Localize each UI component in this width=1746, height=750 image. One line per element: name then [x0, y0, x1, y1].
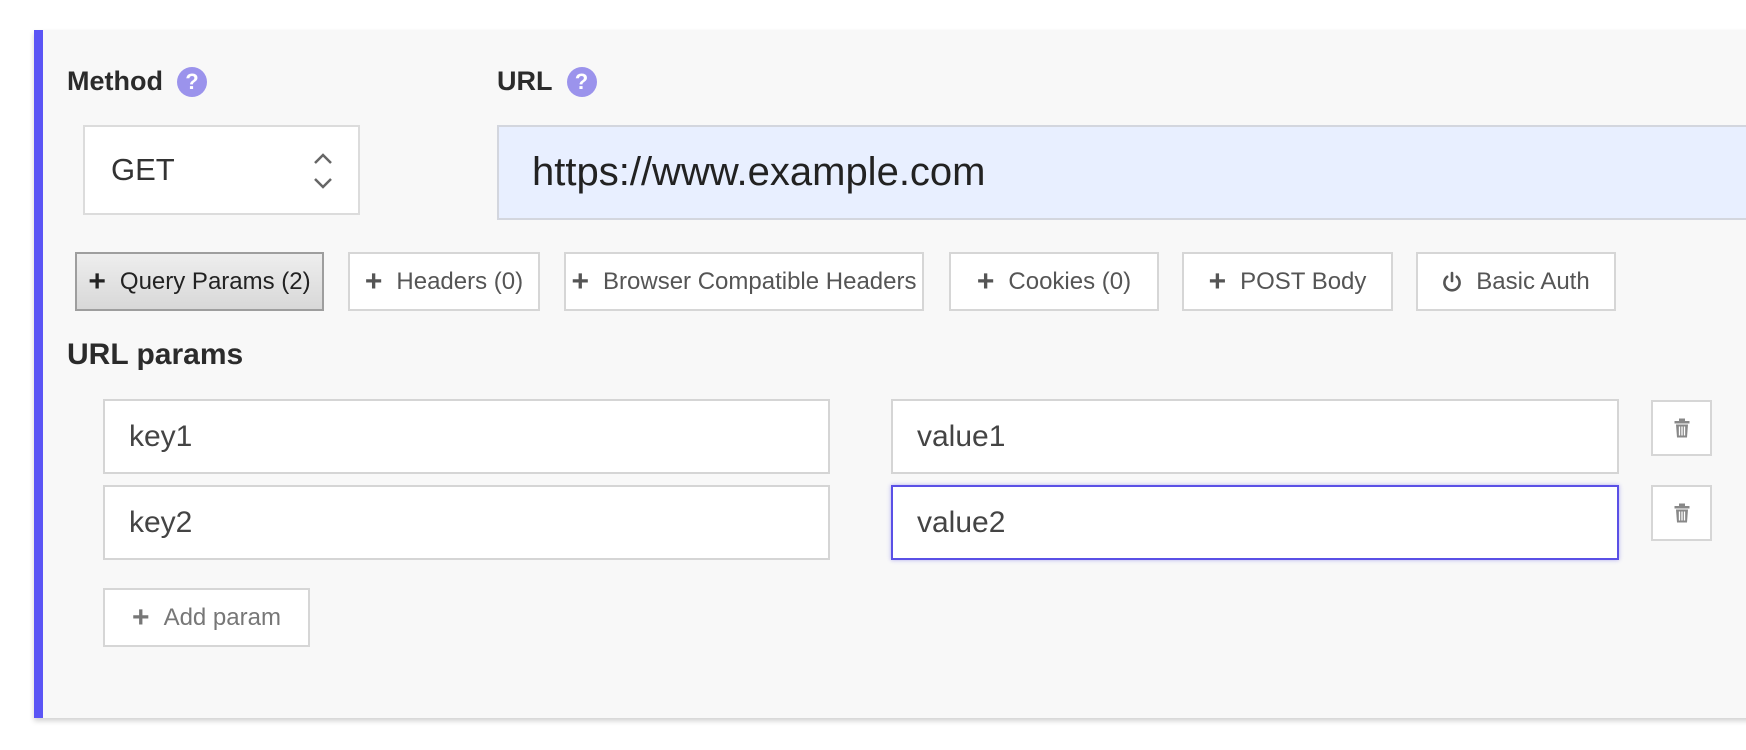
- plus-icon: +: [571, 264, 590, 298]
- param-value-value: value1: [917, 419, 1006, 453]
- delete-param-button[interactable]: [1651, 485, 1712, 541]
- add-param-button[interactable]: + Add param: [103, 588, 310, 647]
- tab-label: Browser Compatible Headers: [603, 267, 917, 295]
- trash-icon: [1674, 503, 1689, 523]
- method-value: GET: [111, 152, 175, 187]
- param-key-input[interactable]: key2: [103, 485, 830, 560]
- method-help-icon[interactable]: ?: [176, 66, 207, 97]
- plus-icon: +: [132, 600, 150, 634]
- method-select[interactable]: GET: [83, 125, 360, 215]
- plus-icon: +: [1208, 264, 1227, 298]
- param-key-value: key2: [129, 505, 193, 539]
- tab-cookies[interactable]: + Cookies (0): [949, 252, 1159, 311]
- tab-query-params[interactable]: + Query Params (2): [75, 252, 324, 311]
- url-input[interactable]: https://www.example.com: [497, 125, 1746, 220]
- tab-label: Cookies (0): [1008, 267, 1132, 295]
- param-value-input[interactable]: value2: [891, 485, 1619, 560]
- url-help-icon[interactable]: ?: [566, 66, 597, 97]
- url-params-title: URL params: [67, 338, 244, 371]
- delete-param-button[interactable]: [1651, 400, 1712, 456]
- param-key-input[interactable]: key1: [103, 399, 830, 474]
- tab-label: Headers (0): [396, 267, 524, 295]
- param-value-input[interactable]: value1: [891, 399, 1619, 474]
- plus-icon: +: [364, 264, 383, 298]
- tab-label: POST Body: [1240, 267, 1367, 295]
- tab-basic-auth[interactable]: Basic Auth: [1416, 252, 1616, 311]
- tab-post-body[interactable]: + POST Body: [1182, 252, 1393, 311]
- trash-icon: [1674, 418, 1689, 438]
- tab-headers[interactable]: + Headers (0): [348, 252, 540, 311]
- param-key-value: key1: [129, 419, 193, 453]
- tab-browser-compatible-headers[interactable]: + Browser Compatible Headers: [564, 252, 924, 311]
- plus-icon: +: [88, 264, 106, 298]
- param-value-value: value2: [917, 505, 1006, 539]
- select-updown-icon: [314, 153, 332, 189]
- url-value: https://www.example.com: [532, 150, 986, 194]
- add-param-label: Add param: [163, 603, 281, 631]
- tab-label: Basic Auth: [1476, 267, 1590, 295]
- tab-label: Query Params (2): [119, 267, 311, 295]
- method-label: Method: [67, 66, 163, 96]
- method-label-row: Method ?: [67, 66, 207, 97]
- url-label: URL: [497, 66, 553, 96]
- request-panel: Method ? URL ? GET https://www.example.c…: [34, 30, 1746, 718]
- plus-icon: +: [976, 264, 995, 298]
- url-label-row: URL ?: [497, 66, 597, 97]
- power-icon: [1443, 271, 1462, 292]
